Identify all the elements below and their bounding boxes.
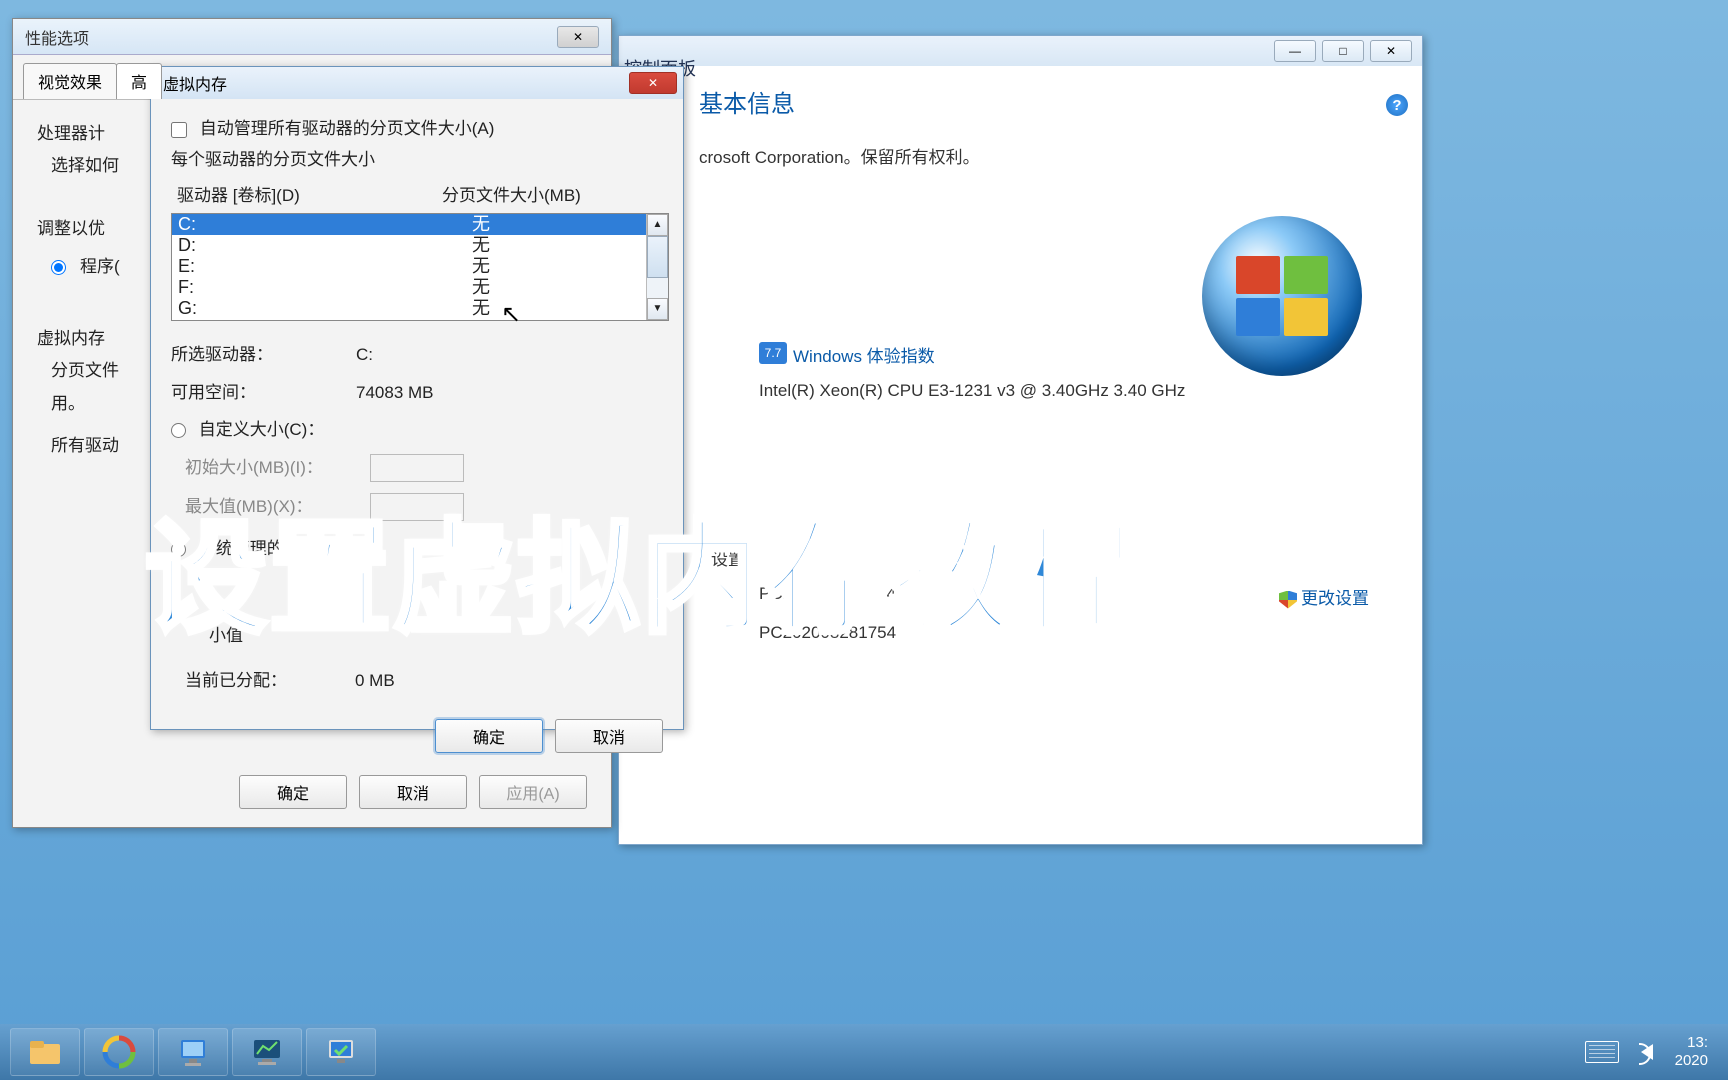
selected-drive-value: C: (356, 339, 373, 370)
each-drive-label: 每个驱动器的分页文件大小 (171, 144, 663, 175)
system-properties-window: — □ ✕ ? 基本信息 crosoft Corporation。保留所有权利。… (618, 35, 1423, 845)
custom-size-label: 自定义大小(C)： (199, 420, 325, 439)
wei-badge: 7.7 (759, 342, 787, 364)
taskbar-item-control-panel[interactable] (232, 1028, 302, 1076)
system-managed-label: 系统管理的大小(Y) (199, 539, 341, 558)
system-tray: 13: 2020 (1585, 1034, 1718, 1070)
col-pagefile-header: 分页文件大小(MB) (442, 180, 581, 211)
virtual-memory-dialog: 虚拟内存 ✕ 自动管理所有驱动器的分页文件大小(A) 每个驱动器的分页文件大小 … (150, 66, 684, 730)
pagefile-size: 无 (472, 277, 646, 298)
taskbar-item-computer[interactable] (158, 1028, 228, 1076)
drive-letter: G: (172, 298, 472, 319)
auto-manage-checkbox[interactable] (171, 122, 187, 138)
allocated-value: 0 MB (355, 665, 395, 696)
drive-row[interactable]: D:无 (172, 235, 646, 256)
drive-letter: D: (172, 235, 472, 256)
initial-size-input[interactable] (370, 454, 464, 482)
tab-advanced[interactable]: 高 (116, 63, 162, 99)
pagefile-size: 无 (472, 235, 646, 256)
auto-manage-label: 自动管理所有驱动器的分页文件大小(A) (200, 119, 495, 138)
max-size-input[interactable] (370, 493, 464, 521)
drive-row[interactable]: F:无 (172, 277, 646, 298)
keyboard-icon[interactable] (1585, 1041, 1619, 1063)
folder-icon (27, 1034, 63, 1070)
scroll-down-button[interactable]: ▼ (647, 298, 668, 320)
clock-time: 13: (1675, 1034, 1708, 1052)
close-button[interactable]: ✕ (1370, 40, 1412, 62)
wei-link[interactable]: Windows 体验指数 (793, 342, 935, 367)
perf-titlebar: 性能选项 ✕ (13, 19, 611, 55)
initial-size-label: 初始大小(MB)(I)： (185, 452, 370, 483)
radio-programs-label: 程序( (80, 251, 120, 283)
pagefile-size: 无 (472, 256, 646, 277)
settings-label: 设置 (631, 545, 1422, 570)
pagefile-size: 无 (472, 298, 646, 319)
vm-titlebar: 虚拟内存 ✕ (151, 67, 683, 99)
computer-icon (175, 1034, 211, 1070)
drive-letter: F: (172, 277, 472, 298)
perf-buttons: 确定 取消 应用(A) (239, 775, 587, 809)
drive-list-scrollbar[interactable]: ▲ ▼ (646, 214, 668, 320)
drive-list[interactable]: C:无D:无E:无F:无G:无 ▲ ▼ (171, 213, 669, 321)
computer-check-icon (323, 1034, 359, 1070)
drive-row[interactable]: C:无 (172, 214, 646, 235)
col-drive-header: 驱动器 [卷标](D) (177, 180, 432, 211)
free-space-value: 74083 MB (356, 377, 434, 408)
radio-system-managed[interactable] (171, 542, 186, 557)
vm-ok-button[interactable]: 确定 (435, 719, 543, 753)
computer-name-1: PC202008281754 (759, 584, 896, 609)
tab-visual-effects[interactable]: 视觉效果 (23, 63, 117, 99)
free-space-label: 可用空间： (171, 377, 356, 408)
clock-date: 2020 (1675, 1052, 1708, 1070)
taskbar-item-explorer[interactable] (10, 1028, 80, 1076)
system-heading: 基本信息 (619, 66, 1422, 129)
allocated-label: 当前已分配： (185, 665, 355, 696)
perf-cancel-button[interactable]: 取消 (359, 775, 467, 809)
min-label: 小值 (209, 620, 309, 651)
max-size-label: 最大值(MB)(X)： (185, 491, 370, 522)
cpu-info: Intel(R) Xeon(R) CPU E3-1231 v3 @ 3.40GH… (679, 381, 1422, 401)
vm-close-button[interactable]: ✕ (629, 72, 677, 94)
monitor-chart-icon (249, 1034, 285, 1070)
drive-letter: E: (172, 256, 472, 277)
browser-swirl-icon (101, 1034, 137, 1070)
perf-close-button[interactable]: ✕ (557, 26, 599, 48)
shield-icon (1279, 591, 1297, 609)
perf-ok-button[interactable]: 确定 (239, 775, 347, 809)
pagefile-size: 无 (472, 214, 646, 235)
perf-apply-button[interactable]: 应用(A) (479, 775, 587, 809)
drive-row[interactable]: G:无 (172, 298, 646, 319)
drive-list-headers: 驱动器 [卷标](D) 分页文件大小(MB) (171, 180, 663, 211)
taskbar-item-system[interactable] (306, 1028, 376, 1076)
maximize-button[interactable]: □ (1322, 40, 1364, 62)
scroll-thumb[interactable] (647, 236, 668, 278)
change-settings-link[interactable]: 更改设置 (1279, 584, 1369, 609)
drive-letter: C: (172, 214, 472, 235)
selected-drive-label: 所选驱动器： (171, 339, 356, 370)
perf-title: 性能选项 (25, 25, 89, 49)
windows-logo (1202, 216, 1362, 376)
speaker-icon[interactable] (1641, 1044, 1653, 1060)
window-controls-bar: — □ ✕ (619, 36, 1422, 66)
scroll-up-button[interactable]: ▲ (647, 214, 668, 236)
radio-programs[interactable] (51, 260, 66, 275)
radio-custom-size[interactable] (171, 423, 186, 438)
vm-cancel-button[interactable]: 取消 (555, 719, 663, 753)
taskbar-item-browser[interactable] (84, 1028, 154, 1076)
tray-clock[interactable]: 13: 2020 (1675, 1034, 1708, 1070)
computer-name-2: PC202008281754 (759, 623, 896, 643)
help-icon[interactable]: ? (1386, 94, 1408, 116)
auto-manage-row: 自动管理所有驱动器的分页文件大小(A) (171, 113, 663, 144)
minimize-button[interactable]: — (1274, 40, 1316, 62)
copyright-text: crosoft Corporation。保留所有权利。 (619, 143, 1422, 168)
drive-row[interactable]: E:无 (172, 256, 646, 277)
vm-title-text: 虚拟内存 (163, 71, 227, 95)
taskbar: 13: 2020 (0, 1024, 1728, 1080)
